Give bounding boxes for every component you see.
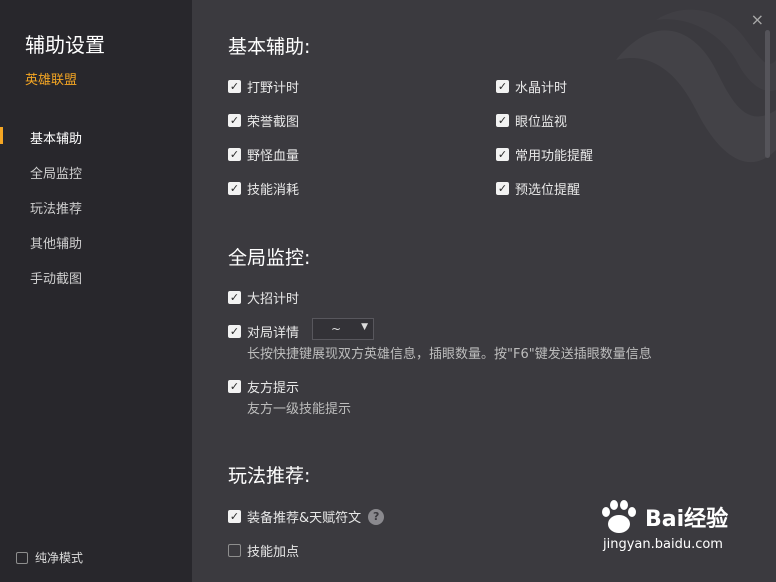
option-common-reminder[interactable]: ✓ 常用功能提醒	[496, 145, 593, 164]
hotkey-dropdown-value: ~	[331, 322, 342, 336]
settings-panel: × 基本辅助: ✓ 打野计时 ✓ 水晶计时 ✓ 荣誉截图 ✓ 眼位监视 ✓ 野怪血量 ✓ 常…	[192, 0, 776, 582]
checkbox-checked[interactable]: ✓	[496, 80, 509, 93]
help-icon[interactable]: ?	[368, 508, 385, 525]
checkbox-checked[interactable]: ✓	[228, 510, 241, 523]
option-ally-tip[interactable]: ✓ 友方提示	[228, 377, 299, 396]
chevron-down-icon: ▼	[361, 322, 368, 332]
nav-item-other[interactable]: 其他辅助	[30, 233, 82, 252]
active-nav-marker	[0, 127, 3, 144]
nav-item-play[interactable]: 玩法推荐	[30, 198, 82, 217]
checkbox-checked[interactable]: ✓	[496, 182, 509, 195]
option-match-detail[interactable]: ✓ 对局详情	[228, 322, 299, 341]
section-title-basic: 基本辅助:	[228, 36, 311, 58]
close-icon[interactable]: ×	[751, 10, 764, 29]
ally-tip-description: 友方一级技能提示	[247, 402, 352, 417]
checkbox-checked[interactable]: ✓	[228, 80, 241, 93]
option-ult-timer[interactable]: ✓ 大招计时	[228, 288, 299, 307]
checkbox-checked[interactable]: ✓	[228, 380, 241, 393]
checkbox-checked[interactable]: ✓	[228, 182, 241, 195]
scrollbar[interactable]	[765, 30, 770, 158]
checkbox-checked[interactable]: ✓	[228, 291, 241, 304]
pure-mode-toggle[interactable]: 纯净模式	[16, 549, 83, 566]
sidebar: 辅助设置 英雄联盟 基本辅助 全局监控 玩法推荐 其他辅助 手动截图 纯净模式	[0, 0, 192, 582]
checkbox-checked[interactable]: ✓	[228, 148, 241, 161]
section-title-play: 玩法推荐:	[228, 465, 311, 487]
option-equip-recommend[interactable]: ✓ 装备推荐&天赋符文 ?	[228, 507, 385, 526]
section-title-global: 全局监控:	[228, 247, 311, 269]
checkbox-checked[interactable]: ✓	[228, 325, 241, 338]
option-skill-points[interactable]: 技能加点	[228, 541, 299, 560]
nav-item-global[interactable]: 全局监控	[30, 163, 82, 182]
nav-item-basic[interactable]: 基本辅助	[30, 128, 82, 147]
option-honor-screenshot[interactable]: ✓ 荣誉截图	[228, 111, 299, 130]
baidu-jingyan-watermark: Bai经验 jingyan.baidu.com	[597, 497, 728, 552]
pure-mode-checkbox[interactable]	[16, 551, 28, 564]
option-preselect-reminder[interactable]: ✓ 预选位提醒	[496, 179, 580, 198]
option-skill-cost[interactable]: ✓ 技能消耗	[228, 179, 299, 198]
hotkey-dropdown[interactable]: ~ ▼	[312, 318, 374, 340]
pure-mode-label: 纯净模式	[35, 551, 84, 565]
match-detail-description: 长按快捷键展现双方英雄信息，插眼数量。按"F6"键发送插眼数量信息	[247, 347, 652, 362]
checkbox-checked[interactable]: ✓	[496, 148, 509, 161]
watermark-url: jingyan.baidu.com	[603, 537, 723, 552]
option-ward-monitor[interactable]: ✓ 眼位监视	[496, 111, 567, 130]
game-label: 英雄联盟	[25, 73, 78, 88]
checkbox-checked[interactable]: ✓	[228, 114, 241, 127]
checkbox-checked[interactable]: ✓	[496, 114, 509, 127]
decorative-wave-graphic	[616, 9, 776, 163]
sidebar-title: 辅助设置	[25, 33, 105, 57]
option-jungle-timer[interactable]: ✓ 打野计时	[228, 77, 299, 96]
checkbox-unchecked[interactable]	[228, 544, 241, 557]
watermark-text: Bai经验	[645, 507, 729, 532]
option-crystal-timer[interactable]: ✓ 水晶计时	[496, 77, 567, 96]
option-monster-hp[interactable]: ✓ 野怪血量	[228, 145, 299, 164]
paw-logo-icon	[602, 500, 636, 533]
nav-item-screenshot[interactable]: 手动截图	[30, 268, 82, 287]
